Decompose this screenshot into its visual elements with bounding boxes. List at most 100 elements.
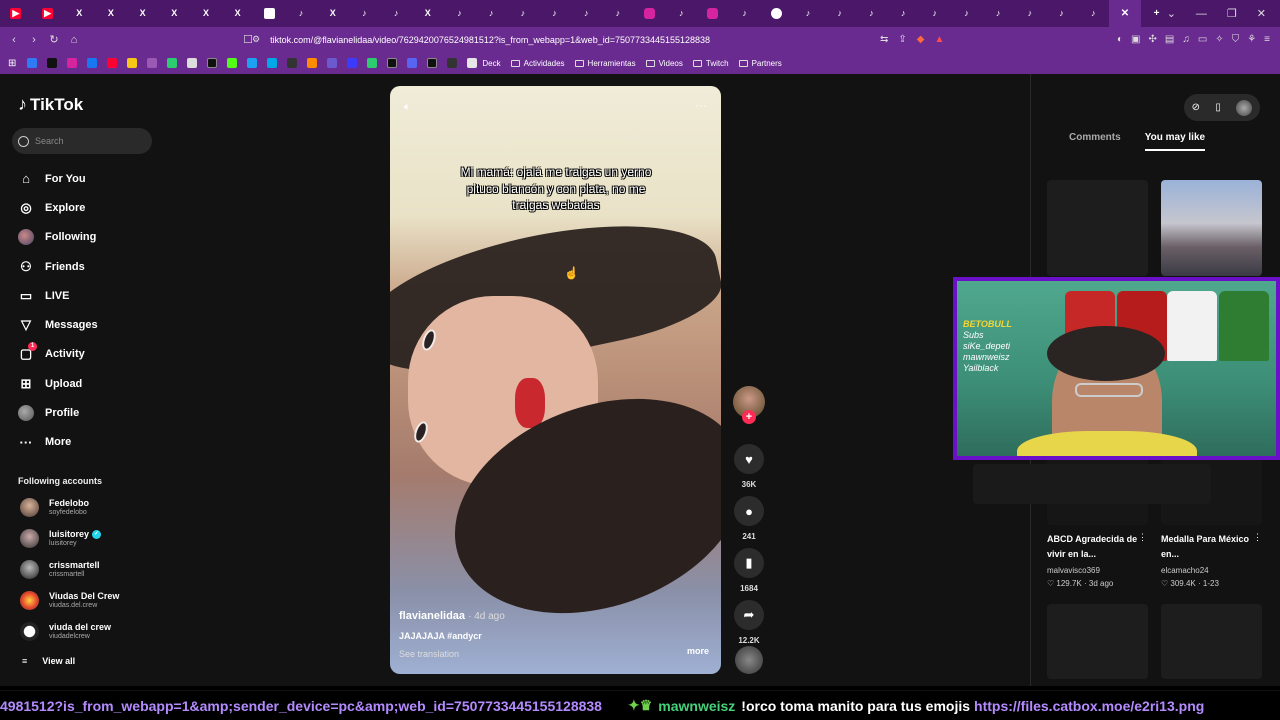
close-tab-icon[interactable]: ✕ <box>1121 8 1129 19</box>
browser-tab[interactable]: ♪ <box>285 0 317 27</box>
browser-tab[interactable]: X <box>158 0 190 27</box>
forward-icon[interactable]: › <box>24 34 44 46</box>
bookmark-icon[interactable] <box>447 58 458 68</box>
browser-tab[interactable]: ♪ <box>729 0 761 27</box>
bookmark-deck[interactable]: Deck <box>482 59 500 68</box>
bookmark-icon[interactable] <box>27 58 38 68</box>
view-all-button[interactable]: ≡ View all <box>22 656 75 666</box>
extension-icon[interactable]: ⚘ <box>1247 34 1256 45</box>
tiktok-bookmark-icon[interactable] <box>47 58 58 68</box>
browser-tab[interactable] <box>634 0 666 27</box>
x-bookmark-icon[interactable] <box>207 58 218 68</box>
recommended-thumbnail[interactable] <box>1047 604 1148 679</box>
following-account[interactable]: viuda del crew viudadelcrew <box>20 622 111 641</box>
youtube-bookmark-icon[interactable] <box>107 58 118 68</box>
browser-tab[interactable]: ♪ <box>1046 0 1078 27</box>
explore-icon[interactable]: ⊘ <box>1192 102 1200 113</box>
translate-icon[interactable]: ⇆ <box>880 34 888 45</box>
browser-tab[interactable]: X <box>222 0 254 27</box>
browser-tab[interactable]: ♪ <box>507 0 539 27</box>
instagram-bookmark-icon[interactable] <box>67 58 78 68</box>
close-window-icon[interactable]: ✕ <box>1257 7 1266 20</box>
bookmark-icon[interactable] <box>347 58 358 68</box>
menu-following[interactable]: Following <box>18 223 98 252</box>
browser-tab[interactable]: ▶ <box>0 0 32 27</box>
extension-icon[interactable]: ▣ <box>1131 34 1140 45</box>
minimize-icon[interactable]: — <box>1196 8 1207 20</box>
card-more-icon[interactable]: ⋮ <box>1253 532 1262 543</box>
browser-tab[interactable]: ♪ <box>887 0 919 27</box>
browser-tab[interactable]: ♪ <box>539 0 571 27</box>
warning-icon[interactable]: ▲ <box>934 34 944 45</box>
menu-messages[interactable]: ▽ Messages <box>18 310 98 339</box>
browser-tab[interactable]: ♪ <box>982 0 1014 27</box>
following-account[interactable]: Viudas Del Crew viudas.del.crew <box>20 591 119 610</box>
puzzle-icon[interactable]: ✣ <box>1149 34 1157 45</box>
bookmark-icon[interactable] <box>387 58 398 68</box>
menu-for-you[interactable]: ⌂ For You <box>18 164 98 193</box>
creator-avatar-button[interactable]: + <box>733 386 765 444</box>
browser-tab[interactable]: ♪ <box>951 0 983 27</box>
browser-tab[interactable]: X <box>190 0 222 27</box>
share-page-icon[interactable]: ⇪ <box>898 34 906 45</box>
menu-friends[interactable]: ⚇ Friends <box>18 252 98 281</box>
recommended-author[interactable]: elcamacho24 <box>1161 564 1209 577</box>
more-link[interactable]: more <box>687 646 709 656</box>
bookmark-icon[interactable] <box>287 58 298 68</box>
bookmark-icon[interactable] <box>267 58 278 68</box>
bookmark-folder-videos[interactable]: Videos <box>645 59 683 68</box>
following-account[interactable]: Fedelobo soyfedelobo <box>20 498 89 517</box>
music-disc-icon[interactable] <box>735 646 763 674</box>
browser-tab[interactable]: ♪ <box>665 0 697 27</box>
browser-tab[interactable]: ♪ <box>444 0 476 27</box>
bookmark-icon[interactable] <box>247 58 258 68</box>
browser-tab[interactable]: ♪ <box>1014 0 1046 27</box>
browser-tab[interactable]: ♪ <box>380 0 412 27</box>
shield-icon[interactable]: ◆ <box>917 34 925 45</box>
bookmark-icon[interactable] <box>327 58 338 68</box>
browser-tab[interactable] <box>761 0 793 27</box>
menu-live[interactable]: ▭ LIVE <box>18 281 98 310</box>
device-icon[interactable]: ▯ <box>1215 102 1221 113</box>
browser-tab[interactable]: ♪ <box>919 0 951 27</box>
browser-tab[interactable]: ♪ <box>1077 0 1109 27</box>
recommended-title[interactable]: ABCD Agradecida de vivir en la... <box>1047 532 1145 562</box>
video-player[interactable]: Mi mamá: ojalá me traigas un yerno pituc… <box>390 86 721 674</box>
recommended-thumbnail[interactable] <box>1161 604 1262 679</box>
bookmark-icon[interactable] <box>427 58 438 68</box>
menu-upload[interactable]: ⊞ Upload <box>18 369 98 398</box>
menu-activity[interactable]: ▢ 1 Activity <box>18 340 98 369</box>
star-icon[interactable]: ✧ <box>1215 34 1223 45</box>
tiktok-logo[interactable]: ♪ TikTok <box>18 94 83 115</box>
menu-icon[interactable]: ≡ <box>1264 34 1270 45</box>
bookmark-icon[interactable] <box>187 58 198 68</box>
browser-tab[interactable]: X <box>95 0 127 27</box>
browser-tab[interactable]: ▶ <box>32 0 64 27</box>
menu-more[interactable]: ··· More <box>18 428 98 457</box>
wallet-icon[interactable]: ▭ <box>1198 34 1207 45</box>
shield-ext-icon[interactable]: ⛉ <box>1232 34 1240 45</box>
browser-tab[interactable]: ♪ <box>602 0 634 27</box>
bookmark-folder-herramientas[interactable]: Herramientas <box>574 59 636 68</box>
like-button[interactable]: ♥ 36K <box>733 444 765 496</box>
video-author[interactable]: flavianelidaa · 4d ago <box>399 610 505 622</box>
reload-icon[interactable]: ↻ <box>44 33 64 46</box>
recommended-title[interactable]: Medalla Para México en... <box>1161 532 1259 562</box>
save-button[interactable]: ▮ 1684 <box>733 548 765 600</box>
following-account[interactable]: luisitorey ✓ luisitorey <box>20 529 102 549</box>
recommended-thumbnail[interactable] <box>1047 180 1148 276</box>
comment-button[interactable]: ● 241 <box>733 496 765 548</box>
browser-tab[interactable]: ♪ <box>856 0 888 27</box>
card-more-icon[interactable]: ⋮ <box>1138 532 1147 543</box>
bookmark-folder-actividades[interactable]: Actividades <box>510 59 565 68</box>
recommended-author[interactable]: malvavisco369 <box>1047 564 1100 577</box>
browser-tab[interactable]: ♪ <box>824 0 856 27</box>
see-translation-link[interactable]: See translation <box>399 649 505 659</box>
bookmark-icon[interactable] <box>147 58 158 68</box>
share-button[interactable]: ➦ 12.2K <box>733 600 765 652</box>
menu-profile[interactable]: Profile <box>18 398 98 427</box>
bookmark-icon[interactable] <box>407 58 418 68</box>
kick-bookmark-icon[interactable] <box>227 58 238 68</box>
browser-tab[interactable]: X <box>412 0 444 27</box>
bookmark-folder-twitch[interactable]: Twitch <box>692 59 729 68</box>
